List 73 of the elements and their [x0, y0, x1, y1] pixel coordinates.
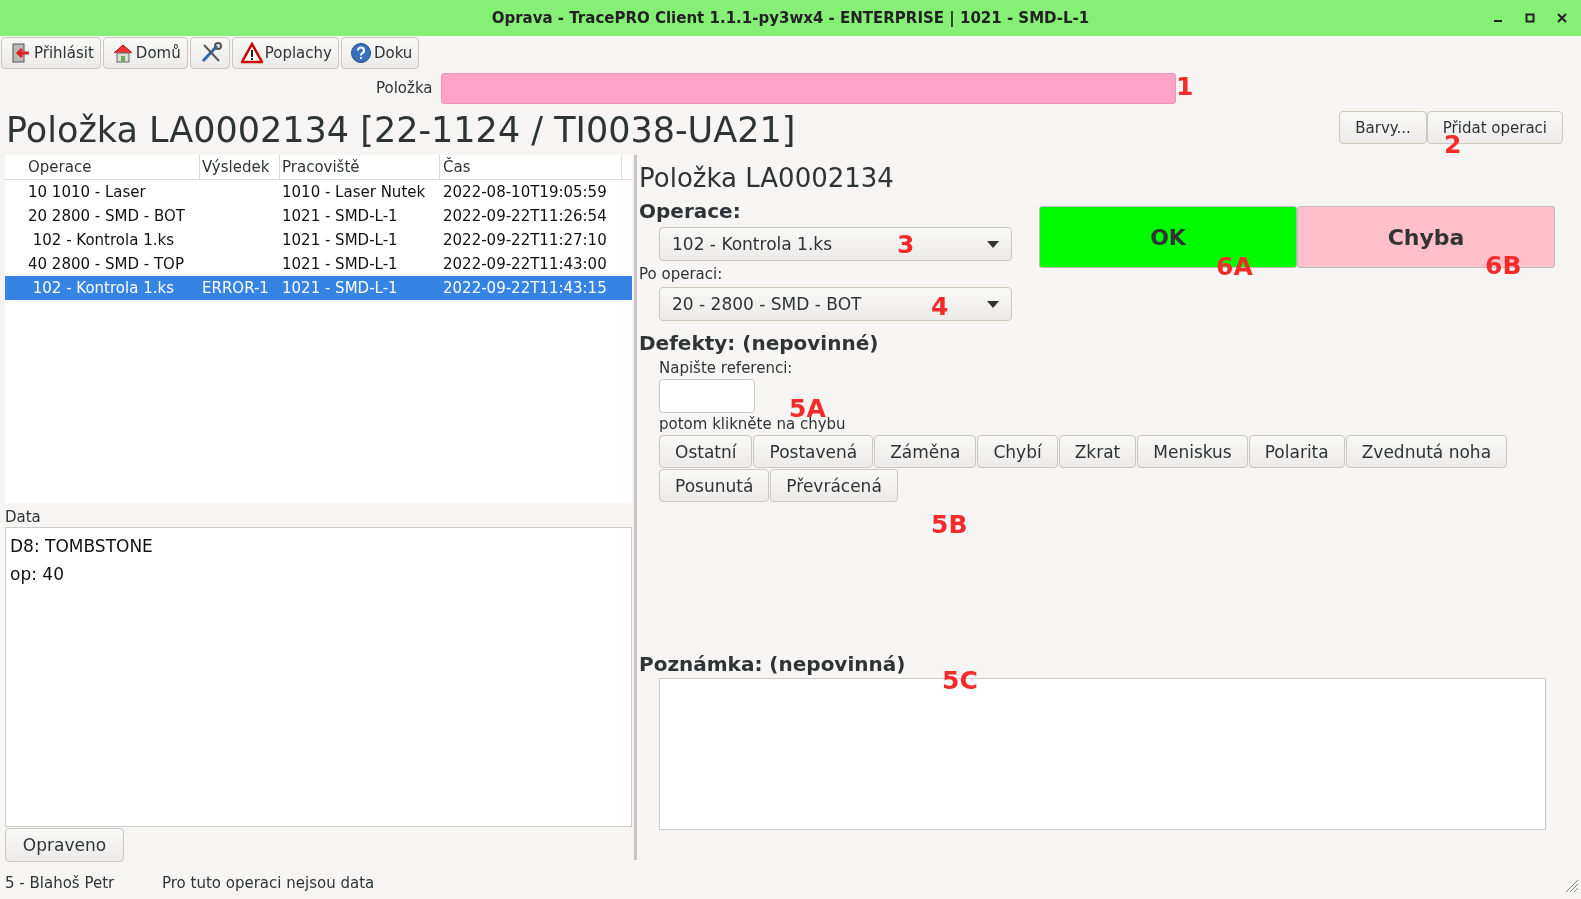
table-cell-text: 1021 - SMD-L-1: [281, 207, 399, 225]
table-cell-text: 1021 - SMD-L-1: [281, 231, 399, 249]
maximize-icon[interactable]: [1525, 13, 1535, 23]
defect-button[interactable]: Zvednutá noha: [1345, 435, 1508, 468]
column-header[interactable]: Pracoviště: [280, 155, 440, 179]
after-operation-label: Po operaci:: [639, 264, 724, 285]
table-row[interactable]: 102 - Kontrola 1.ks 1021 - SMD-L-1 2022-09-22T11:27:10: [5, 228, 632, 252]
resize-grip-icon[interactable]: [1565, 879, 1579, 893]
defect-button[interactable]: Polarita: [1248, 435, 1345, 468]
defect-button[interactable]: Postavená: [753, 435, 874, 468]
table-row[interactable]: 20 2800 - SMD - BOT 1021 - SMD-L-1 2022-09-22T11:26:54: [5, 204, 632, 228]
table-cell-text: 40 2800 - SMD - TOP: [27, 255, 185, 273]
table-cell-text: 20 2800 - SMD - BOT: [27, 207, 186, 225]
door-icon: [10, 42, 32, 64]
toolbar-button[interactable]: Doku: [340, 37, 420, 69]
caret-icon: [987, 240, 999, 248]
table-cell-text: 1010 - Laser Nutek: [281, 183, 427, 201]
house-icon: [111, 42, 134, 64]
status-text: 5 - Blahoš Petr: [5, 874, 116, 892]
reference-input-field[interactable]: [659, 379, 755, 413]
defect-button[interactable]: Převrácená: [770, 469, 898, 502]
annotation-label: 4: [931, 292, 949, 322]
tools-button[interactable]: [189, 37, 230, 69]
help-icon: [349, 42, 372, 64]
note-label: Poznámka: (nepovinná): [639, 651, 907, 678]
item-label: Položka: [376, 79, 434, 97]
table-row[interactable]: 40 2800 - SMD - TOP 1021 - SMD-L-1 2022-09-22T11:43:00: [5, 252, 632, 276]
window-title: Oprava - TracePRO Client 1.1.1-py3wx4 - ENTERPRISE | 1021 - SMD-L-1: [491, 9, 1090, 27]
defect-button[interactable]: Meniskus: [1137, 435, 1248, 468]
defect-button[interactable]: Záměna: [874, 435, 977, 468]
close-icon[interactable]: [1557, 13, 1567, 23]
table-cell-text: 10 1010 - Laser: [27, 183, 147, 201]
annotation-label: 3: [897, 230, 915, 260]
data-text-area[interactable]: D8: TOMBSTONE op: 40: [5, 527, 632, 827]
table-cell-text: 1021 - SMD-L-1: [281, 279, 399, 297]
item-input-field[interactable]: [441, 72, 1176, 104]
data-line: D8: TOMBSTONE: [10, 535, 154, 558]
caret-icon: [987, 300, 999, 308]
table-cell-text: ERROR-1: [201, 279, 270, 297]
toolbar-button[interactable]: Přihlásit: [1, 37, 101, 69]
table-cell-text: 1021 - SMD-L-1: [281, 255, 399, 273]
table-cell-text: 102 - Kontrola 1.ks: [31, 279, 175, 297]
table-cell-text: 2022-09-22T11:26:54: [442, 207, 608, 225]
defect-button[interactable]: Chybí: [977, 435, 1058, 468]
toolbar-button[interactable]: Poplachy: [231, 37, 339, 69]
column-header[interactable]: Operace: [25, 155, 200, 179]
table-cell-text: 2022-09-22T11:27:10: [442, 231, 608, 249]
warning-icon: [240, 42, 263, 64]
detail-title: Položka LA0002134: [639, 162, 895, 195]
defects-label: Defekty: (nepovinné): [639, 330, 880, 357]
annotation-label: 1: [1176, 72, 1194, 102]
operation-label: Operace:: [639, 198, 742, 225]
defect-button[interactable]: Zkrat: [1058, 435, 1137, 468]
table-cell-text: 2022-09-22T11:43:00: [442, 255, 608, 273]
defect-button[interactable]: Ostatní: [659, 435, 753, 468]
annotation-label: 5C: [942, 666, 978, 696]
column-header[interactable]: Výsledek: [200, 155, 280, 179]
table-cell-text: 2022-08-10T19:05:59: [442, 183, 608, 201]
table-row[interactable]: 10 1010 - Laser 1010 - Laser Nutek 2022-08-10T19:05:59: [5, 180, 632, 204]
item-heading: Položka LA0002134 [22-1124 / TI0038-UA21]: [6, 109, 796, 152]
column-header[interactable]: Čas: [440, 155, 622, 179]
toolbar-button[interactable]: Domů: [102, 37, 188, 69]
fixed-button[interactable]: Opraveno: [5, 828, 124, 862]
defect-button[interactable]: Posunutá: [659, 469, 770, 502]
table-cell-text: 102 - Kontrola 1.ks: [31, 231, 175, 249]
table-row[interactable]: 102 - Kontrola 1.ks ERROR-1 1021 - SMD-L-1 2022-09-22T11:43:15: [5, 276, 632, 300]
header-button[interactable]: Barvy...: [1339, 111, 1427, 144]
reference-label: Napište referenci:: [659, 358, 793, 379]
data-line: op: 40: [10, 563, 65, 586]
status-text: Pro tuto operaci nejsou data: [162, 874, 375, 892]
table-cell-text: 2022-09-22T11:43:15: [442, 279, 608, 297]
annotation-label: 5B: [931, 510, 968, 540]
data-label: Data: [5, 508, 42, 527]
